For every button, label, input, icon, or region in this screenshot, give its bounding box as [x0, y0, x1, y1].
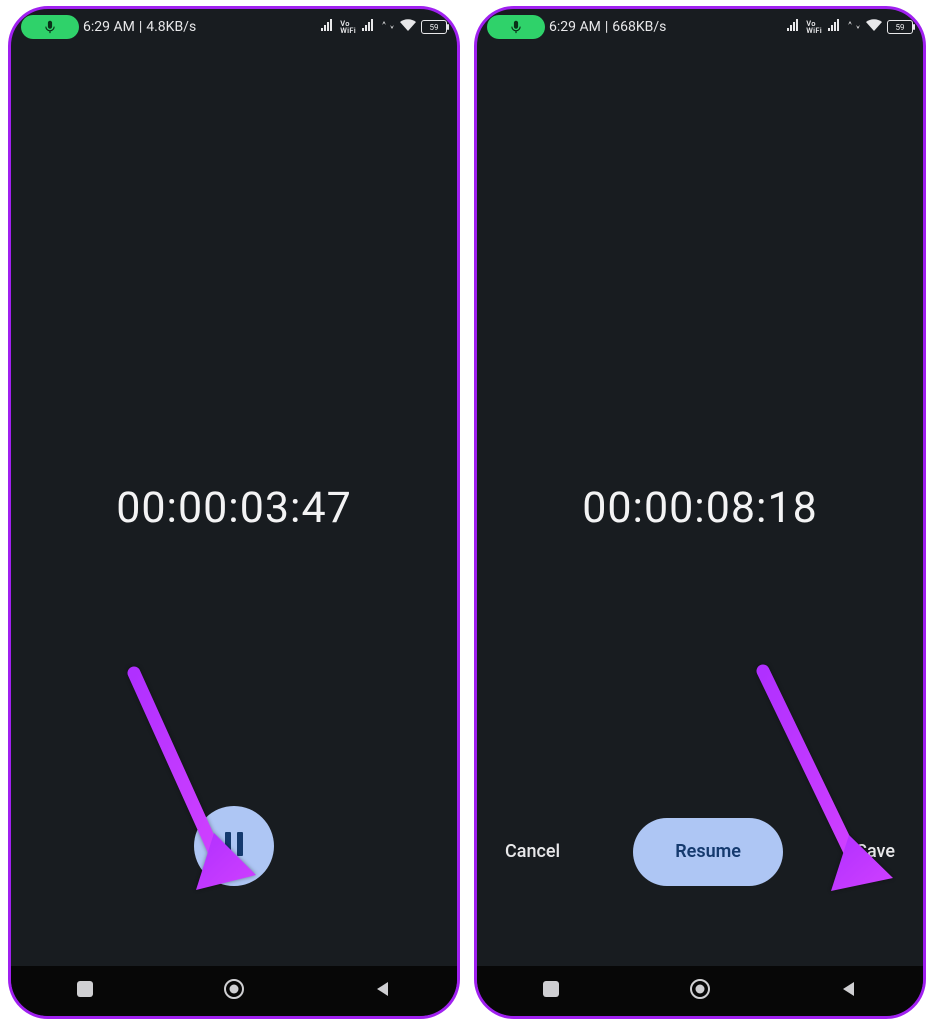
signal2-icon — [361, 19, 376, 35]
status-bar: 6:29 AM | 668KB/s VoWiFi 59 — [477, 9, 923, 43]
data-icon — [847, 19, 861, 35]
battery-icon: 59 — [421, 20, 447, 34]
recorder-timer: 00:00:08:18 — [477, 483, 923, 533]
resume-button[interactable]: Resume — [633, 818, 783, 886]
nav-back-button[interactable] — [840, 980, 858, 1002]
phone-screen-left: 6:29 AM | 4.8KB/s VoWiFi 59 00:00:03:47 — [8, 6, 460, 1019]
status-sep: | — [605, 19, 608, 35]
recorder-timer: 00:00:03:47 — [11, 483, 457, 533]
status-sep: | — [139, 19, 142, 35]
android-nav-bar — [11, 966, 457, 1016]
wifi-icon — [866, 19, 882, 35]
pause-button[interactable] — [194, 806, 274, 886]
save-button[interactable]: Save — [852, 835, 899, 868]
status-netspeed: 4.8KB/s — [146, 19, 196, 35]
status-time: 6:29 AM — [83, 19, 135, 35]
signal-icon — [786, 19, 801, 35]
data-icon — [381, 19, 395, 35]
signal-icon — [320, 19, 335, 35]
android-nav-bar — [477, 966, 923, 1016]
nav-home-button[interactable] — [689, 978, 711, 1004]
status-time: 6:29 AM — [549, 19, 601, 35]
mic-recording-indicator[interactable] — [487, 15, 545, 39]
nav-recent-button[interactable] — [76, 980, 94, 1002]
phone-screen-right: 6:29 AM | 668KB/s VoWiFi 59 00:00:08:18 … — [474, 6, 926, 1019]
status-netspeed: 668KB/s — [612, 19, 666, 35]
status-bar: 6:29 AM | 4.8KB/s VoWiFi 59 — [11, 9, 457, 43]
nav-home-button[interactable] — [223, 978, 245, 1004]
nav-recent-button[interactable] — [542, 980, 560, 1002]
vowifi-icon: VoWiFi — [806, 20, 822, 34]
nav-back-button[interactable] — [374, 980, 392, 1002]
pause-icon — [223, 832, 245, 860]
vowifi-icon: VoWiFi — [340, 20, 356, 34]
mic-recording-indicator[interactable] — [21, 15, 79, 39]
cancel-button[interactable]: Cancel — [501, 835, 564, 868]
wifi-icon — [400, 19, 416, 35]
battery-icon: 59 — [887, 20, 913, 34]
signal2-icon — [827, 19, 842, 35]
